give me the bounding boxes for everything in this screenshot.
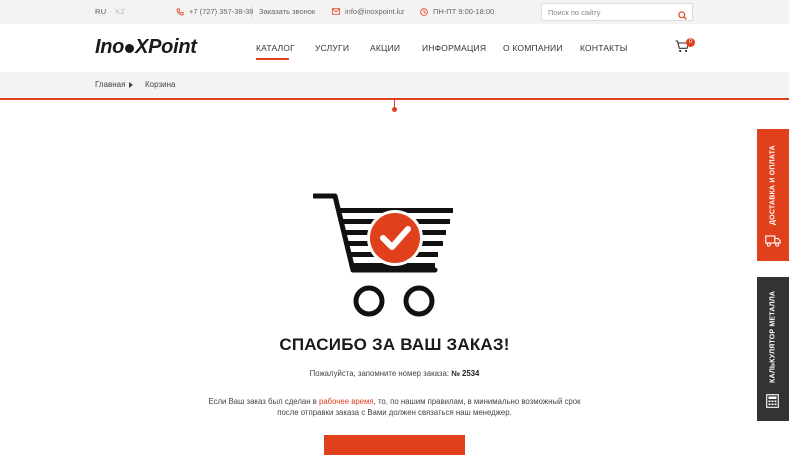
continue-button[interactable] xyxy=(324,435,465,455)
nav-services[interactable]: УСЛУГИ xyxy=(315,43,349,53)
order-number-label: Пожалуйста, запомните номер заказа: xyxy=(309,369,450,378)
callback-label: Заказать звонок xyxy=(259,7,316,16)
breadcrumb: Главная Корзина xyxy=(0,72,789,98)
order-success-cart-illustration xyxy=(311,190,463,325)
mail-icon xyxy=(332,8,340,15)
working-hours-link[interactable]: рабочее время xyxy=(319,397,374,406)
page-title: СПАСИБО ЗА ВАШ ЗАКАЗ! xyxy=(279,335,510,354)
search-icon[interactable] xyxy=(678,7,687,25)
logo-text-right: XPoint xyxy=(135,35,197,58)
nav-catalog[interactable]: КАТАЛОГ xyxy=(256,43,295,53)
clock-icon xyxy=(420,7,428,16)
logo[interactable]: Ino XPoint xyxy=(95,36,197,58)
header: Ino XPoint КАТАЛОГ УСЛУГИ АКЦИИ ИНФОРМАЦИ… xyxy=(0,24,789,72)
phone-link[interactable]: +7 (727) 357-38-38 xyxy=(176,7,253,16)
divider xyxy=(251,7,252,17)
delivery-tab-label: ДОСТАВКА И ОПЛАТА xyxy=(769,145,777,225)
logo-text-left: Ino xyxy=(95,35,125,58)
hours-text: ПН-ПТ 9:00-18:00 xyxy=(433,7,495,16)
language-switcher: RU · KZ xyxy=(95,7,125,16)
top-bar: RU · KZ +7 (727) 357-38-38 Заказать звонок… xyxy=(0,0,789,24)
info-part2: , то, по нашим правилам, в минимально во… xyxy=(373,397,581,406)
breadcrumb-arrow-icon xyxy=(129,82,133,88)
order-info-text: Если Ваш заказ был сделан в рабочее врем… xyxy=(0,396,789,418)
cart-count-badge: 0 xyxy=(686,38,695,47)
nav-contacts[interactable]: КОНТАКТЫ xyxy=(580,43,627,53)
order-number: № 2534 xyxy=(451,369,480,378)
breadcrumb-home[interactable]: Главная xyxy=(95,80,125,89)
search-input[interactable] xyxy=(548,6,673,18)
order-number-line: Пожалуйста, запомните номер заказа: № 25… xyxy=(0,369,789,378)
metal-calculator-tab[interactable]: КАЛЬКУЛЯТОР МЕТАЛЛА xyxy=(757,277,789,421)
lang-kz[interactable]: KZ xyxy=(115,7,125,16)
lang-separator: · xyxy=(109,7,113,16)
callback-link[interactable]: Заказать звонок xyxy=(259,7,315,16)
breadcrumb-current: Корзина xyxy=(145,80,176,89)
phone-number: +7 (727) 357-38-38 xyxy=(189,7,254,16)
divider-dot xyxy=(392,107,397,112)
search-box xyxy=(541,3,693,21)
nav-active-indicator xyxy=(256,58,289,60)
truck-icon xyxy=(765,234,781,252)
delivery-payment-tab[interactable]: ДОСТАВКА И ОПЛАТА xyxy=(757,129,789,261)
work-hours: ПН-ПТ 9:00-18:00 xyxy=(420,7,494,16)
calculator-icon xyxy=(766,394,779,413)
lang-ru[interactable]: RU xyxy=(95,7,106,16)
email-link[interactable]: info@inoxpoint.kz xyxy=(332,7,404,16)
nav-about[interactable]: О КОМПАНИИ xyxy=(503,43,563,53)
logo-dot xyxy=(125,43,135,53)
info-part1: Если Ваш заказ был сделан в xyxy=(208,397,317,406)
email-address: info@inoxpoint.kz xyxy=(345,7,405,16)
nav-promotions[interactable]: АКЦИИ xyxy=(370,43,400,53)
phone-icon xyxy=(176,7,184,16)
checkmark-icon xyxy=(367,210,423,266)
nav-information[interactable]: ИНФОРМАЦИЯ xyxy=(422,43,486,53)
info-line2: после отправки заказа с Вами должен связ… xyxy=(277,408,512,417)
calculator-tab-label: КАЛЬКУЛЯТОР МЕТАЛЛА xyxy=(769,290,777,384)
